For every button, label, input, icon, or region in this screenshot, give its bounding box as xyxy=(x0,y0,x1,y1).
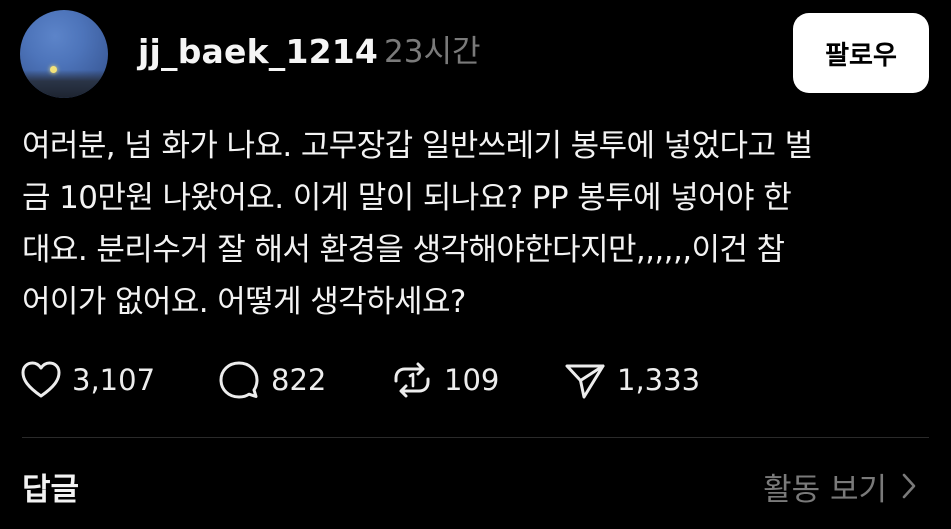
view-activity-label: 활동 보기 xyxy=(763,472,887,508)
post-body-line: 금 10만원 나왔어요. 이게 말이 되나요? PP 봉투에 넣어야 한 xyxy=(22,180,792,216)
view-activity-link[interactable]: 활동 보기 xyxy=(763,470,917,510)
repost-button[interactable]: 109 xyxy=(390,358,499,402)
share-button[interactable]: 1,333 xyxy=(563,358,700,402)
send-icon xyxy=(563,359,617,401)
like-button[interactable]: 3,107 xyxy=(20,358,155,402)
post-body-line: 대요. 분리수거 잘 해서 환경을 생각해야한다지만,,,,,,이건 참 xyxy=(22,232,785,268)
chevron-right-icon xyxy=(887,470,917,510)
follow-button[interactable]: 팔로우 xyxy=(793,13,929,93)
repost-icon xyxy=(390,359,444,401)
post-page: jj_baek_1214 23시간 팔로우 여러분, 넘 화가 나요. 고무장갑… xyxy=(0,0,951,529)
post-body-line: 여러분, 넘 화가 나요. 고무장갑 일반쓰레기 봉투에 넣었다고 벌 xyxy=(22,128,813,164)
comment-count: 822 xyxy=(271,363,327,397)
replies-heading: 답글 xyxy=(22,472,80,508)
avatar-treeline xyxy=(20,70,108,98)
post-body-line: 어이가 없어요. 어떻게 생각하세요? xyxy=(22,284,466,320)
avatar[interactable] xyxy=(20,10,108,98)
avatar-moon xyxy=(50,66,57,73)
username[interactable]: jj_baek_1214 xyxy=(138,32,378,72)
action-bar: 3,107 822 109 1,333 xyxy=(20,358,920,402)
post-time: 23시간 xyxy=(384,34,481,70)
comment-button[interactable]: 822 xyxy=(217,358,326,402)
comment-bubble-icon xyxy=(217,359,271,401)
post-body: 여러분, 넘 화가 나요. 고무장갑 일반쓰레기 봉투에 넣었다고 벌 금 10… xyxy=(22,120,922,328)
share-count: 1,333 xyxy=(617,363,701,397)
divider xyxy=(22,437,929,438)
repost-count: 109 xyxy=(444,363,500,397)
like-count: 3,107 xyxy=(72,363,156,397)
heart-icon xyxy=(20,360,72,400)
